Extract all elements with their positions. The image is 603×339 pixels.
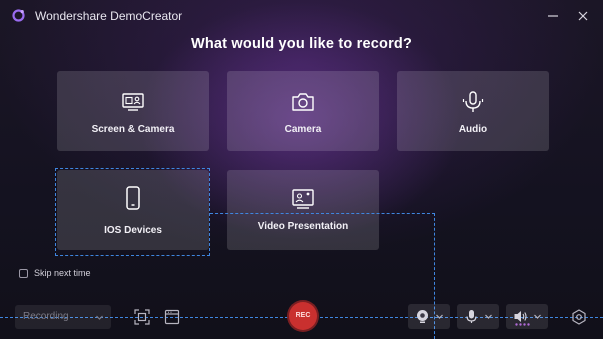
microphone-icon	[462, 91, 484, 112]
app-title: Wondershare DemoCreator	[35, 9, 183, 23]
bottom-toolbar: Recording REC	[0, 298, 603, 339]
volume-level-indicator	[515, 323, 530, 326]
skip-next-time-label: Skip next time	[34, 268, 91, 278]
crop-region-icon[interactable]	[134, 309, 150, 325]
record-button[interactable]: REC	[289, 302, 317, 330]
speaker-icon	[514, 311, 527, 322]
option-camera[interactable]: Camera	[227, 71, 379, 151]
page-heading: What would you like to record?	[190, 36, 413, 52]
system-audio-toggle[interactable]	[506, 304, 548, 329]
chevron-down-icon[interactable]	[533, 312, 542, 321]
record-button-label: REC	[295, 312, 311, 319]
option-label: Audio	[458, 124, 488, 135]
democreator-logo-icon	[12, 9, 25, 22]
title-bar: Wondershare DemoCreator	[0, 0, 603, 30]
selection-frame	[55, 168, 210, 256]
webcam-icon	[417, 310, 428, 323]
selection-guide-line	[210, 213, 435, 214]
option-label: Screen & Camera	[91, 124, 175, 135]
option-label: Camera	[284, 124, 322, 135]
chevron-down-icon[interactable]	[435, 312, 444, 321]
window-icon[interactable]	[164, 309, 180, 325]
skip-next-time-checkbox[interactable]	[19, 269, 28, 278]
presentation-icon	[292, 189, 314, 209]
settings-icon[interactable]	[571, 309, 587, 325]
recording-mode-value: Recording	[23, 311, 69, 322]
webcam-toggle[interactable]	[408, 304, 450, 329]
chevron-down-icon[interactable]	[484, 312, 493, 321]
chevron-down-icon	[96, 315, 103, 320]
microphone-toggle[interactable]	[457, 304, 499, 329]
screen-camera-icon	[122, 93, 144, 111]
microphone-icon	[466, 310, 477, 323]
minimize-icon[interactable]	[546, 9, 560, 23]
option-screen-camera[interactable]: Screen & Camera	[57, 71, 209, 151]
recording-mode-select[interactable]: Recording	[15, 305, 111, 329]
option-audio[interactable]: Audio	[397, 71, 549, 151]
option-label: Video Presentation	[257, 221, 349, 232]
option-video-presentation[interactable]: Video Presentation	[227, 170, 379, 250]
camera-icon	[292, 93, 314, 111]
close-icon[interactable]	[576, 9, 590, 23]
